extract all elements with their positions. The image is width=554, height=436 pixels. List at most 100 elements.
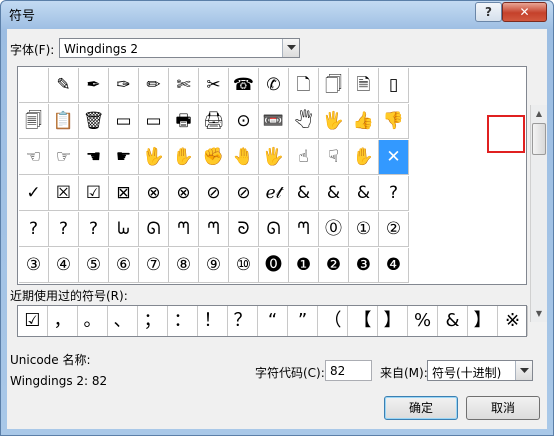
symbol-cell[interactable] — [19, 68, 49, 103]
symbol-cell[interactable]: ⓪ — [319, 212, 349, 247]
symbol-cell[interactable]: ① — [349, 212, 379, 247]
symbol-cell[interactable]: 🖑 — [289, 104, 319, 139]
symbol-cell[interactable]: ⓿ — [259, 248, 289, 283]
symbol-cell[interactable]: 🖐 — [319, 104, 349, 139]
symbol-grid-scrollbar[interactable]: ▲ ▼ — [530, 105, 547, 322]
ok-button[interactable]: 确定 — [384, 396, 458, 420]
symbol-cell[interactable]: ⊘ — [199, 176, 229, 211]
symbol-cell[interactable]: ⊘ — [229, 176, 259, 211]
symbol-cell[interactable]: 🖐 — [259, 140, 289, 175]
recent-symbol-cell[interactable]: “ — [258, 306, 288, 336]
recent-symbol-cell[interactable]: ※ — [498, 306, 528, 336]
recent-symbol-cell[interactable]: ” — [288, 306, 318, 336]
symbol-cell[interactable]: 👍 — [349, 104, 379, 139]
help-button[interactable]: ? — [475, 2, 502, 22]
symbol-cell[interactable]: 👎 — [379, 104, 409, 139]
symbol-cell[interactable]: ᘈ — [109, 212, 139, 247]
symbol-cell[interactable]: 🗐 — [19, 104, 49, 139]
symbol-cell[interactable]: 🗑 — [79, 104, 109, 139]
symbol-cell[interactable]: ☚ — [79, 140, 109, 175]
symbol-cell[interactable]: ✄ — [169, 68, 199, 103]
symbol-cell[interactable]: ᘉ — [199, 212, 229, 247]
recent-symbol-cell[interactable]: （ — [318, 306, 348, 336]
symbol-cell[interactable]: ☝ — [289, 140, 319, 175]
symbol-cell[interactable]: ④ — [49, 248, 79, 283]
symbol-cell[interactable]: ▯ — [379, 68, 409, 103]
symbol-cell[interactable]: ③ — [19, 248, 49, 283]
recent-symbol-cell[interactable]: ； — [138, 306, 168, 336]
symbol-cell[interactable]: ❸ — [349, 248, 379, 283]
recent-symbol-cell[interactable]: ， — [48, 306, 78, 336]
symbol-cell[interactable]: ⑧ — [169, 248, 199, 283]
symbol-cell[interactable]: ᘉ — [169, 212, 199, 247]
symbol-cell[interactable]: ⊗ — [169, 176, 199, 211]
symbol-cell[interactable]: ❹ — [379, 248, 409, 283]
symbol-cell[interactable]: ✂ — [199, 68, 229, 103]
close-button[interactable]: ✕ — [502, 2, 547, 22]
symbol-cell[interactable]: ② — [379, 212, 409, 247]
symbol-cell[interactable]: ? — [79, 212, 109, 247]
recent-symbol-cell[interactable]: ： — [168, 306, 198, 336]
symbol-cell[interactable]: 🖖 — [139, 140, 169, 175]
symbol-cell[interactable]: 🖶 — [169, 104, 199, 139]
symbol-cell[interactable]: ✊ — [199, 140, 229, 175]
symbol-cell[interactable]: ✑ — [109, 68, 139, 103]
recent-symbol-cell[interactable]: 】 — [468, 306, 498, 336]
symbol-cell[interactable]: ✆ — [259, 68, 289, 103]
symbol-cell[interactable]: ☟ — [319, 140, 349, 175]
symbol-cell[interactable]: ❶ — [289, 248, 319, 283]
recent-symbol-cell[interactable]: & — [438, 306, 468, 336]
symbol-cell[interactable]: ᘏ — [259, 212, 289, 247]
symbol-cell[interactable]: ☒ — [49, 176, 79, 211]
symbol-cell[interactable]: ✎ — [49, 68, 79, 103]
symbol-cell[interactable]: ? — [49, 212, 79, 247]
symbol-cell[interactable]: ☑ — [79, 176, 109, 211]
symbol-cell[interactable]: & — [319, 176, 349, 211]
symbol-cell[interactable]: 📼 — [259, 104, 289, 139]
symbol-cell[interactable]: ? — [19, 212, 49, 247]
recent-symbol-cell[interactable]: ☑ — [18, 306, 48, 336]
char-code-field[interactable]: 82 — [325, 360, 372, 381]
scrollbar-thumb[interactable] — [532, 123, 546, 155]
symbol-cell[interactable]: 🗍 — [319, 68, 349, 103]
symbol-cell[interactable]: ⊠ — [109, 176, 139, 211]
symbol-cell[interactable]: ᘉ — [289, 212, 319, 247]
symbol-cell[interactable]: ☛ — [109, 140, 139, 175]
symbol-cell[interactable]: ⑩ — [229, 248, 259, 283]
symbol-cell[interactable]: ⑦ — [139, 248, 169, 283]
symbol-cell[interactable]: ⑨ — [199, 248, 229, 283]
recent-symbol-cell[interactable]: 、 — [108, 306, 138, 336]
symbol-cell[interactable]: 🗎 — [349, 68, 379, 103]
symbol-cell[interactable]: ✕ — [379, 140, 409, 175]
symbol-cell[interactable]: ℯ𝓉 — [259, 176, 289, 211]
symbol-cell[interactable]: & — [289, 176, 319, 211]
symbol-cell[interactable]: ⊗ — [139, 176, 169, 211]
recent-symbol-cell[interactable]: 】 — [378, 306, 408, 336]
symbol-cell[interactable]: ✒ — [79, 68, 109, 103]
recent-symbol-cell[interactable]: 。 — [78, 306, 108, 336]
symbol-cell[interactable]: ▭ — [139, 104, 169, 139]
symbol-cell[interactable]: ⑥ — [109, 248, 139, 283]
chevron-down-icon[interactable] — [515, 361, 532, 380]
symbol-cell[interactable]: ✋ — [169, 140, 199, 175]
symbol-cell[interactable]: ᘐ — [229, 212, 259, 247]
symbol-cell[interactable]: & — [349, 176, 379, 211]
symbol-cell[interactable]: 🤚 — [229, 140, 259, 175]
symbol-cell[interactable]: 📋 — [49, 104, 79, 139]
scroll-down-icon[interactable]: ▼ — [531, 305, 547, 322]
symbol-cell[interactable]: 🗋 — [289, 68, 319, 103]
symbol-cell[interactable]: ✓ — [19, 176, 49, 211]
symbol-cell[interactable]: ✏ — [139, 68, 169, 103]
symbol-cell[interactable]: ▭ — [109, 104, 139, 139]
from-select[interactable]: 符号(十进制) — [427, 360, 533, 381]
symbol-cell[interactable]: ✋ — [349, 140, 379, 175]
symbol-cell[interactable]: ? — [379, 176, 409, 211]
recent-symbol-cell[interactable]: % — [408, 306, 438, 336]
chevron-down-icon[interactable] — [282, 39, 299, 57]
font-select[interactable]: Wingdings 2 — [59, 38, 300, 58]
recent-symbol-cell[interactable]: 【 — [348, 306, 378, 336]
symbol-cell[interactable]: ⑤ — [79, 248, 109, 283]
recent-symbol-cell[interactable]: ！ — [198, 306, 228, 336]
scroll-up-icon[interactable]: ▲ — [531, 105, 547, 122]
symbol-cell[interactable]: ☎ — [229, 68, 259, 103]
